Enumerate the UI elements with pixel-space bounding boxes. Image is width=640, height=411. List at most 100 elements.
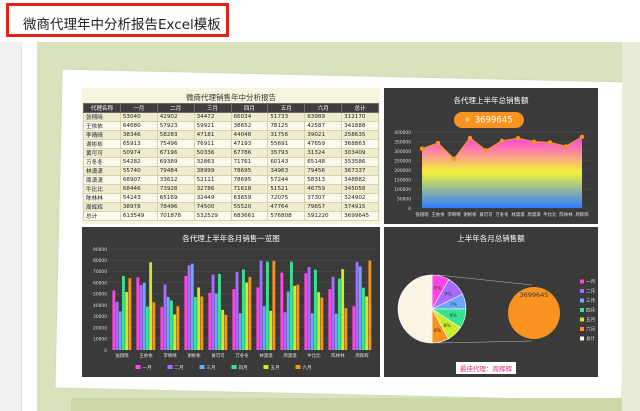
x-tick-label: 周辉辉 [355, 352, 369, 359]
bar [221, 309, 225, 350]
y-tick-label: 0 [104, 348, 107, 354]
bar [341, 269, 345, 350]
bar [368, 260, 372, 350]
legend-swatch [167, 365, 173, 369]
bar [146, 306, 149, 350]
table-cell: 黄可可 [83, 148, 121, 158]
table-cell: 67196 [156, 148, 195, 158]
bar [358, 266, 362, 350]
data-point [515, 136, 521, 141]
table-cell: 312170 [341, 112, 379, 122]
data-point [499, 138, 505, 144]
pie-slice-label: 8% [434, 328, 442, 334]
table-cell: 陈林林 [83, 193, 121, 203]
table-cell: 58313 [304, 175, 343, 185]
bar [317, 292, 321, 350]
table-cell: 683661 [230, 211, 269, 221]
legend-label: 四月 [239, 365, 248, 371]
bar [320, 297, 324, 350]
paper-shadow [71, 398, 625, 411]
table-cell: 303409 [341, 148, 379, 158]
pie-chart-svg: 8%9%7%9%8%8%3699645一月二月三月四月五月六月总计 [397, 274, 596, 344]
bar [269, 310, 273, 350]
table-cell: 76911 [193, 139, 232, 149]
data-point [435, 140, 441, 146]
bar [122, 275, 125, 350]
table-cell: 38346 [119, 130, 158, 140]
bar [272, 260, 276, 350]
bar [293, 285, 297, 350]
table-cell: 51733 [267, 112, 306, 122]
y-tick-label: 0 [408, 206, 411, 212]
legend-swatch [580, 317, 584, 322]
y-tick-label: 30000 [93, 314, 107, 320]
bar [200, 296, 204, 350]
x-tick-label: 牛比比 [543, 211, 557, 218]
bar [136, 277, 140, 350]
table-cell: 37307 [304, 193, 343, 203]
data-point [579, 134, 585, 139]
legend-label: 五月 [271, 365, 280, 371]
table-cell: 374915 [341, 202, 379, 212]
bar [211, 274, 215, 350]
y-tick-label: 50000 [93, 292, 107, 298]
table-cell: 李晴晴 [83, 130, 121, 140]
table-cell: 72075 [267, 193, 306, 203]
bar [352, 306, 356, 350]
table-cell: 38652 [230, 121, 269, 131]
pie-slice-label: 9% [444, 292, 452, 298]
bar-chart-svg: 0 10000 20000 30000 40000 50000 60000 70000 8000… [93, 247, 374, 371]
table-header-row: 代理名称 一月 二月 三月 四月 五月 六月 总计 [83, 103, 379, 113]
table-cell: 353586 [341, 157, 379, 167]
table-row: 黄可可 50974 67196 50336 67786 35793 31324 303409 [83, 148, 379, 158]
legend-swatch [295, 365, 301, 369]
bar [334, 313, 338, 350]
bar [170, 300, 173, 350]
table-cell: 周辉辉 [83, 202, 121, 212]
data-point [451, 156, 457, 162]
x-tick-label: 林潇潇 [511, 211, 525, 218]
y-tick-label: 40000 [93, 303, 107, 309]
table-cell: 63989 [304, 112, 343, 122]
legend-label: 六月 [303, 364, 312, 371]
column-header: 总计 [341, 103, 379, 113]
y-tick-label: 200000 [394, 168, 411, 174]
x-tick-label: 陈林林 [559, 211, 573, 218]
table-cell: 65148 [304, 157, 343, 167]
table-cell: 54243 [119, 193, 158, 203]
column-header: 一月 [119, 103, 158, 113]
x-tick-label: 谢彬彬 [187, 352, 201, 359]
table-cell: 65169 [156, 193, 195, 203]
bar [283, 312, 287, 350]
x-tick-label: 周潇潇 [283, 352, 297, 359]
bar [256, 287, 260, 350]
x-tick-label: 李晴晴 [447, 211, 461, 218]
bar [163, 284, 167, 350]
legend-label: 三月 [586, 298, 595, 304]
x-tick-label: 周潇潇 [527, 211, 541, 218]
bar [173, 314, 177, 350]
column-header: 五月 [267, 103, 306, 113]
table-row: 周潇潇 68907 33612 52111 78695 57244 58313 348882 [83, 175, 379, 185]
table-cell: 79484 [156, 166, 195, 176]
table-row: 王依依 64680 57923 59921 38652 78125 42587 341888 [83, 121, 379, 131]
legend-swatch [580, 327, 584, 331]
table-cell: 31756 [267, 130, 306, 140]
data-point [483, 148, 489, 153]
table-cell: 32449 [193, 193, 232, 203]
bar [197, 287, 201, 350]
x-tick-label: 王依依 [431, 211, 445, 218]
table-cell: 46759 [304, 184, 343, 194]
legend-label: 三月 [207, 365, 216, 371]
column-header: 四月 [230, 103, 269, 113]
table-cell: 367337 [341, 166, 379, 176]
table-cell: 79657 [304, 202, 343, 212]
y-tick-label: 70000 [93, 269, 107, 275]
x-tick-label: 李晴晴 [163, 352, 177, 359]
left-sidebar-strip [0, 42, 22, 411]
x-tick-label: 万冬冬 [235, 352, 249, 359]
table-cell: 52111 [193, 175, 232, 185]
area-chart-panel: 各代理上半年总销售额 ◍ 3699645 0 50000 100000 150000 20… [384, 88, 598, 224]
bar [266, 261, 269, 350]
bar [338, 278, 341, 350]
